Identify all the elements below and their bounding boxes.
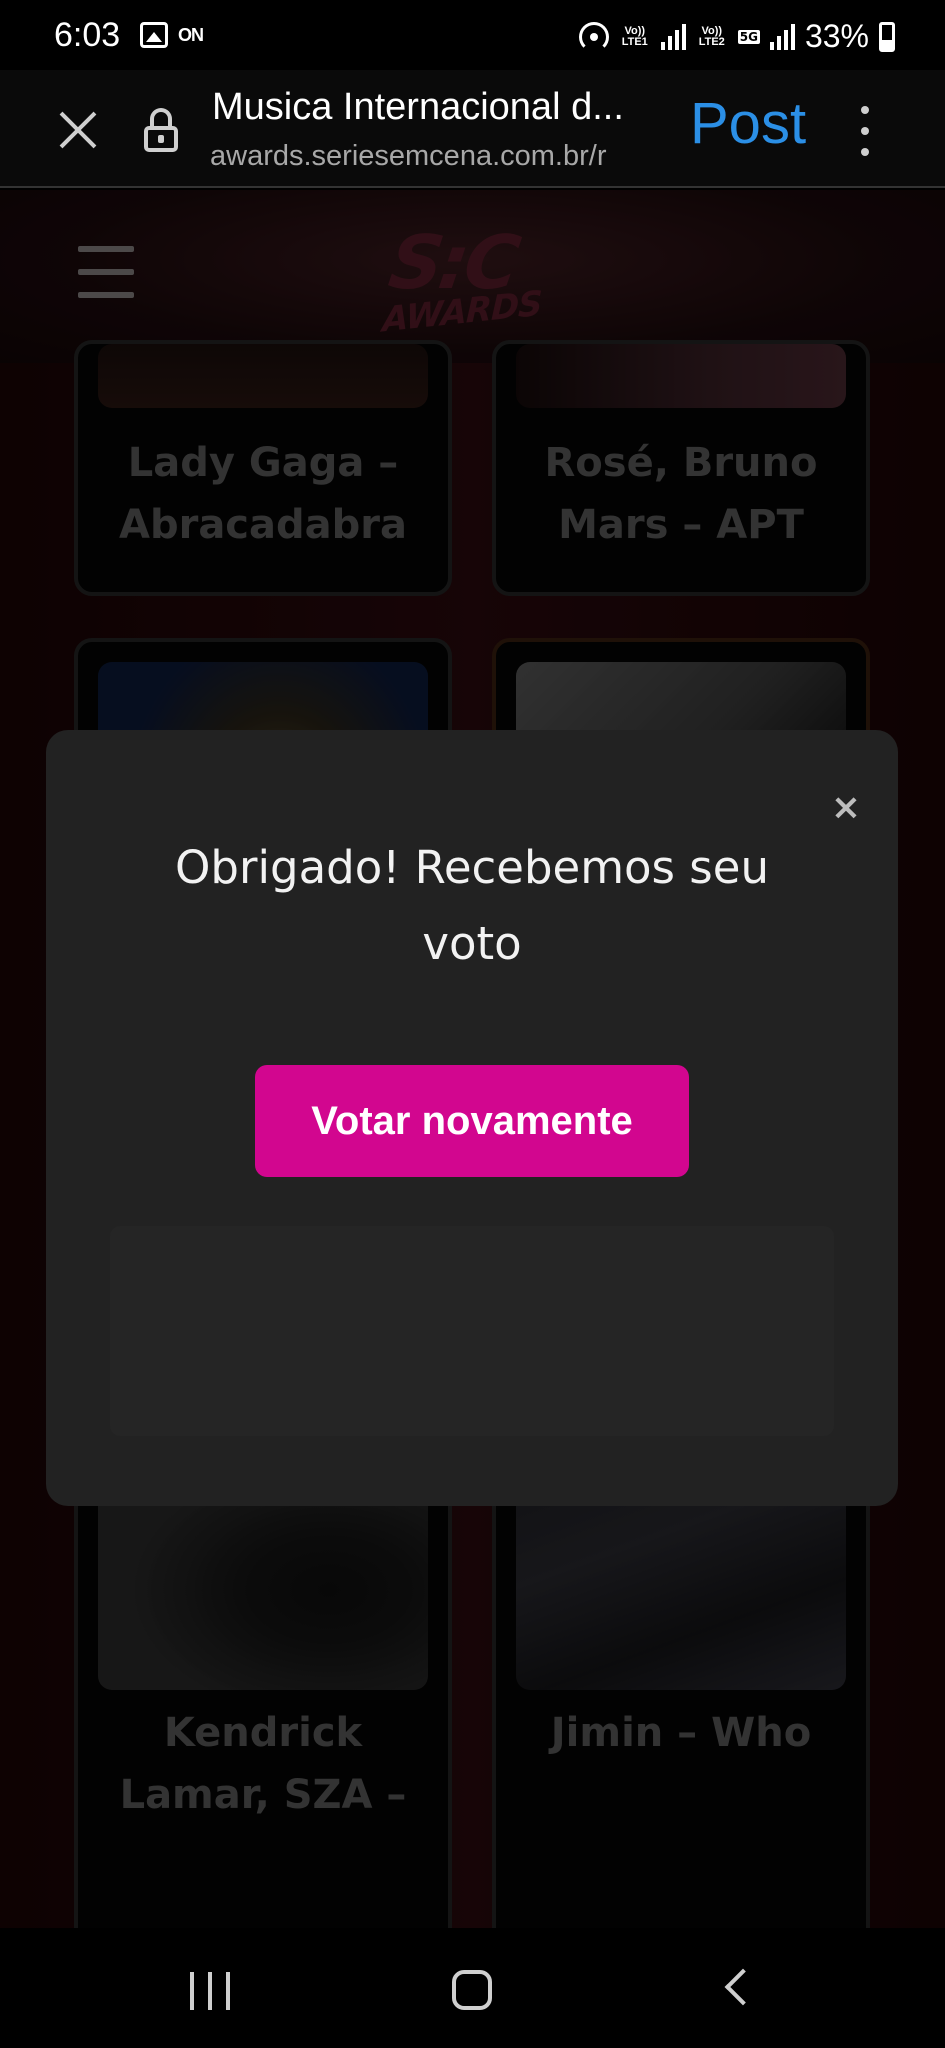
on-icon: ON [178,24,204,45]
home-icon[interactable] [452,1970,492,2010]
vote-confirmation-modal: × Obrigado! Recebemos seu voto Votar nov… [46,730,898,1506]
5g-icon: 5G [737,29,760,44]
back-icon[interactable] [724,1968,762,2006]
lock-icon[interactable] [144,108,178,152]
modal-embed-area [110,1226,834,1436]
status-time: 6:03 [54,16,121,54]
battery-icon [879,21,895,52]
close-icon[interactable] [56,108,100,152]
hotspot-icon [578,21,609,52]
gallery-icon [140,22,168,48]
post-button[interactable]: Post [690,90,806,157]
page-title[interactable]: Musica Internacional d... [212,86,672,129]
page-url[interactable]: awards.seriesemcena.com.br/r [210,140,660,173]
sim2-lte-icon: Vo)) LTE2 [698,24,725,48]
modal-message: Obrigado! Recebemos seu voto [175,841,769,970]
signal-icon [660,23,686,50]
system-nav-bar [0,1928,945,2048]
signal-icon [769,23,795,50]
more-vertical-icon[interactable] [860,106,870,156]
battery-percent: 33% [804,18,869,54]
vote-again-button[interactable]: Votar novamente [255,1065,689,1177]
recent-apps-icon[interactable] [190,1972,230,2010]
browser-toolbar: Musica Internacional d... awards.seriese… [0,70,945,188]
sim1-lte-icon: Vo)) LTE1 [621,24,648,48]
status-bar: 6:03 ON Vo)) LTE1 Vo)) LTE2 5G 33% [0,0,945,70]
modal-close-icon[interactable]: × [831,790,861,826]
